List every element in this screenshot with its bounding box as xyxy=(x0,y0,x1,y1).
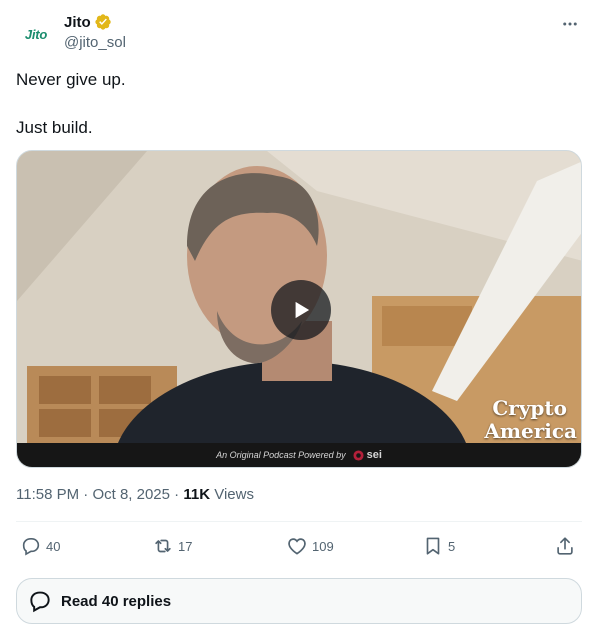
like-button[interactable]: 109 xyxy=(286,535,334,557)
verified-badge-icon xyxy=(95,14,111,30)
video-caption-bar: An Original Podcast Powered by sei xyxy=(17,443,581,467)
repost-button[interactable]: 17 xyxy=(152,535,192,557)
more-options-button[interactable] xyxy=(558,12,582,36)
tweet-meta: 11:58 PM · Oct 8, 2025 · 11K Views xyxy=(16,486,254,503)
more-horizontal-icon xyxy=(563,22,577,26)
bookmark-icon xyxy=(426,537,440,555)
share-button[interactable] xyxy=(554,535,576,557)
sponsor-text: sei xyxy=(366,449,382,461)
brand-line-1: Crypto xyxy=(492,396,567,420)
sei-logo-icon xyxy=(353,449,364,461)
repost-count: 17 xyxy=(178,538,193,554)
reply-button[interactable]: 40 xyxy=(20,535,60,557)
author-names: Jito @jito_sol xyxy=(64,12,126,52)
read-replies-button[interactable]: Read 40 replies xyxy=(16,578,582,624)
read-replies-label: Read 40 replies xyxy=(61,592,172,610)
repost-icon xyxy=(155,539,171,553)
tweet-time[interactable]: 11:58 PM xyxy=(16,486,79,503)
bookmark-count: 5 xyxy=(448,538,456,554)
bookmark-button[interactable]: 5 xyxy=(422,535,455,557)
tweet-date[interactable]: Oct 8, 2025 xyxy=(92,486,170,503)
replies-bubble-icon xyxy=(30,591,50,613)
reply-icon xyxy=(22,538,40,556)
avatar-logo-text: Jito xyxy=(24,26,48,42)
action-bar: 40 17 109 5 xyxy=(16,524,582,570)
reply-count: 40 xyxy=(46,538,61,554)
tweet-line-1: Never give up. xyxy=(16,70,126,89)
podcast-brand: Crypto America xyxy=(484,397,577,443)
tweet-header: Jito Jito @jito_sol xyxy=(16,12,582,56)
caption-text: An Original Podcast Powered by xyxy=(216,450,346,460)
avatar[interactable]: Jito xyxy=(16,14,56,54)
like-icon xyxy=(288,538,306,555)
tweet-text: Never give up. Just build. xyxy=(16,68,576,140)
play-button[interactable] xyxy=(271,280,331,340)
display-name[interactable]: Jito xyxy=(64,14,91,31)
share-icon xyxy=(557,537,573,555)
views-label: Views xyxy=(214,486,254,503)
like-count: 109 xyxy=(312,538,334,554)
brand-line-2: America xyxy=(484,419,577,443)
handle[interactable]: @jito_sol xyxy=(64,34,126,51)
divider-top xyxy=(16,521,582,522)
video-player[interactable]: Crypto America An Original Podcast Power… xyxy=(16,150,582,468)
tweet-line-2: Just build. xyxy=(16,118,93,137)
views-count: 11K xyxy=(183,486,211,503)
play-icon xyxy=(295,301,310,319)
